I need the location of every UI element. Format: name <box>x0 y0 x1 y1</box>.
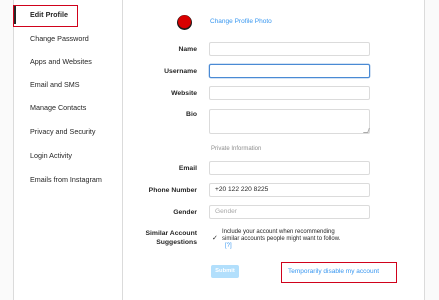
sidebar-item-privacy-security[interactable]: Privacy and Security <box>14 123 122 141</box>
sidebar-item-login-activity[interactable]: Login Activity <box>14 147 122 165</box>
submit-button[interactable]: Submit <box>211 265 239 278</box>
change-profile-photo-link[interactable]: Change Profile Photo <box>210 18 272 25</box>
website-label: Website <box>171 90 197 97</box>
username-field[interactable] <box>209 64 370 78</box>
name-label: Name <box>178 46 197 53</box>
avatar[interactable] <box>177 15 192 30</box>
disable-account-highlight <box>281 262 397 283</box>
edit-profile-highlight <box>13 5 78 27</box>
website-field[interactable] <box>209 86 370 100</box>
similar-accounts-description[interactable]: Include your account when recommending s… <box>222 229 342 250</box>
phone-field[interactable]: +20 122 220 8225 <box>209 183 370 197</box>
similar-accounts-label-line2: Suggestions <box>156 239 197 246</box>
help-link[interactable]: [?] <box>225 243 232 249</box>
gender-placeholder: Gender <box>215 208 237 215</box>
username-label: Username <box>164 68 197 75</box>
checkmark-icon[interactable]: ✓ <box>212 234 218 242</box>
private-info-heading: Private Information <box>211 146 262 152</box>
email-field[interactable] <box>209 161 370 175</box>
gender-label: Gender <box>173 209 197 216</box>
bio-field[interactable] <box>209 109 370 134</box>
phone-label: Phone Number <box>148 187 197 194</box>
name-field[interactable] <box>209 42 370 56</box>
gender-field[interactable]: Gender <box>209 205 370 219</box>
similar-accounts-label: Similar Account Suggestions <box>13 229 198 247</box>
similar-accounts-label-line1: Similar Account <box>145 230 198 237</box>
similar-accounts-text: Include your account when recommending s… <box>222 229 341 242</box>
bio-label: Bio <box>186 111 197 118</box>
email-label: Email <box>178 165 197 172</box>
